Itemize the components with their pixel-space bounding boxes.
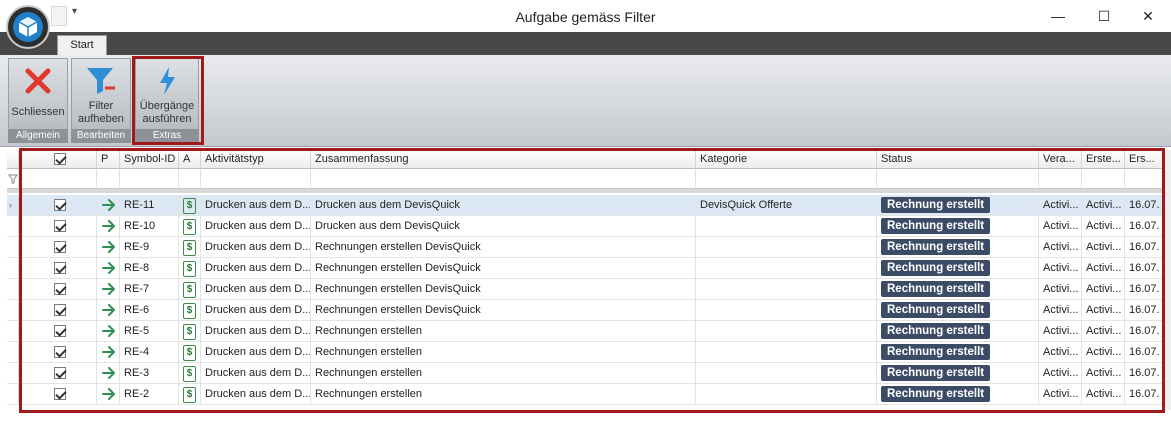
group-label-bearbeiten: Bearbeiten bbox=[71, 129, 131, 143]
row-selector[interactable] bbox=[7, 342, 19, 362]
row-selector[interactable] bbox=[7, 300, 19, 320]
extras-highlight-frame bbox=[132, 56, 204, 145]
row-selector[interactable] bbox=[7, 384, 19, 404]
group-label-allgemein: Allgemein bbox=[8, 129, 68, 143]
filter-icon bbox=[7, 169, 19, 189]
remove-filter-label-line1: Filter bbox=[88, 100, 114, 112]
app-logo-icon[interactable] bbox=[6, 5, 50, 49]
ribbon-tab-bar: Start bbox=[0, 32, 1171, 55]
row-selector[interactable]: › bbox=[7, 195, 19, 215]
remove-filter-label: Filter aufheben bbox=[78, 100, 124, 126]
close-button-label: Schliessen bbox=[11, 106, 65, 118]
row-selector[interactable] bbox=[7, 258, 19, 278]
tab-start[interactable]: Start bbox=[57, 35, 107, 55]
vertical-scrollbar[interactable] bbox=[1165, 150, 1171, 410]
row-selector[interactable] bbox=[7, 279, 19, 299]
close-button[interactable]: Schliessen bbox=[8, 58, 68, 129]
remove-filter-label-line2: aufheben bbox=[78, 113, 124, 125]
row-selector[interactable] bbox=[7, 216, 19, 236]
row-selector[interactable] bbox=[7, 321, 19, 341]
close-x-icon bbox=[25, 68, 51, 94]
window-title: Aufgabe gemäss Filter bbox=[515, 9, 656, 25]
remove-filter-button[interactable]: Filter aufheben bbox=[71, 58, 131, 129]
close-window-button[interactable]: ✕ bbox=[1125, 0, 1171, 32]
row-selector[interactable] bbox=[7, 237, 19, 257]
row-selector[interactable] bbox=[7, 363, 19, 383]
grid-highlight-frame bbox=[19, 148, 1165, 413]
maximize-button[interactable]: ☐ bbox=[1081, 0, 1127, 32]
filter-remove-icon bbox=[87, 68, 115, 94]
minimize-button[interactable]: — bbox=[1035, 0, 1081, 32]
title-bar: ▾ Aufgabe gemäss Filter — ☐ ✕ bbox=[0, 0, 1171, 32]
header-row-selector bbox=[7, 150, 19, 169]
